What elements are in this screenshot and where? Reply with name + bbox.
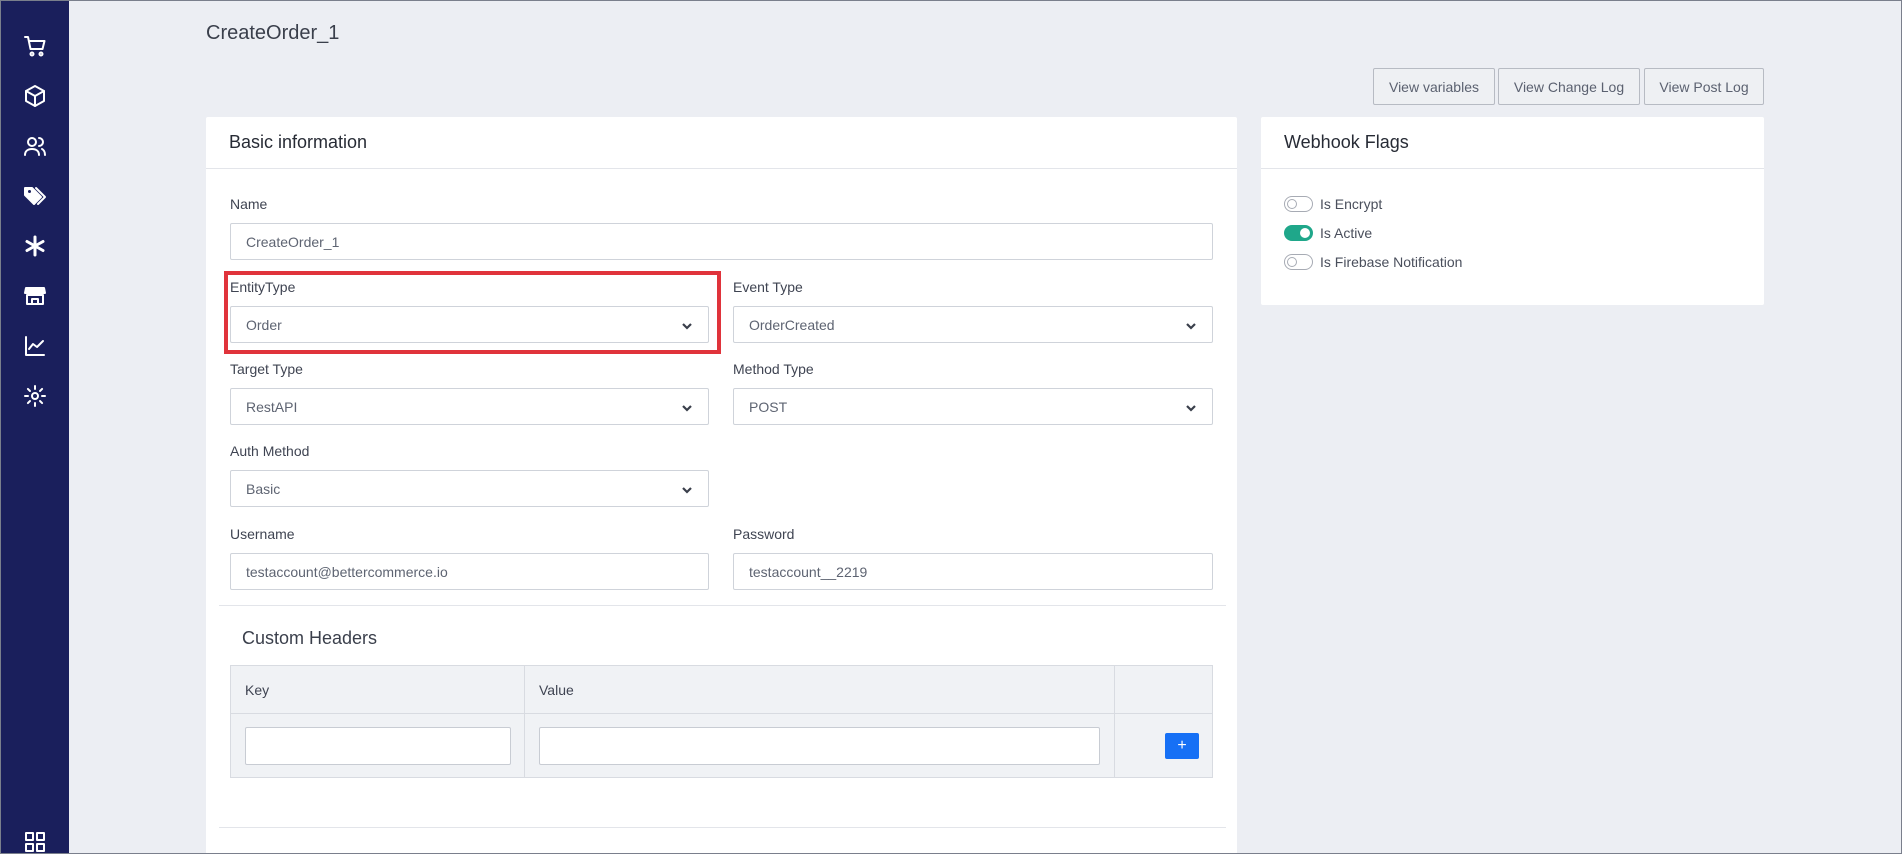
flag-is-encrypt[interactable]: Is Encrypt (1284, 196, 1382, 212)
chevron-down-icon (1185, 319, 1197, 331)
sidebar (0, 0, 69, 854)
target-type-label: Target Type (230, 361, 303, 377)
webhook-flags-title: Webhook Flags (1261, 117, 1764, 169)
apps-grid-icon[interactable] (21, 828, 49, 854)
store-icon[interactable] (21, 282, 49, 310)
method-type-label: Method Type (733, 361, 814, 377)
is-active-label: Is Active (1320, 225, 1373, 241)
flag-is-firebase-notification[interactable]: Is Firebase Notification (1284, 254, 1462, 270)
view-variables-button[interactable]: View variables (1373, 68, 1495, 105)
event-type-value: OrderCreated (749, 316, 835, 333)
is-firebase-notification-label: Is Firebase Notification (1320, 254, 1463, 270)
target-type-value: RestAPI (246, 398, 298, 415)
table-header-divider (230, 713, 1213, 714)
event-type-select[interactable]: OrderCreated (733, 306, 1213, 343)
is-active-toggle[interactable] (1284, 225, 1313, 241)
is-encrypt-label: Is Encrypt (1320, 196, 1383, 212)
header-key-input[interactable] (245, 727, 511, 765)
entity-type-highlight (224, 271, 721, 354)
flag-is-active[interactable]: Is Active (1284, 225, 1372, 241)
name-input[interactable]: CreateOrder_1 (230, 223, 1213, 260)
table-column-divider (1114, 665, 1115, 778)
is-firebase-notification-toggle[interactable] (1284, 254, 1313, 270)
asterisk-icon[interactable] (21, 232, 49, 260)
password-label: Password (733, 526, 795, 542)
section-divider (219, 827, 1226, 828)
method-type-value: POST (749, 398, 788, 415)
chevron-down-icon (681, 483, 693, 495)
username-label: Username (230, 526, 295, 542)
column-header-key: Key (245, 682, 270, 698)
target-type-select[interactable]: RestAPI (230, 388, 709, 425)
view-change-log-button[interactable]: View Change Log (1498, 68, 1640, 105)
view-post-log-button[interactable]: View Post Log (1644, 68, 1764, 105)
auth-method-value: Basic (246, 480, 281, 497)
event-type-label: Event Type (733, 279, 803, 295)
section-divider (219, 605, 1226, 606)
chevron-down-icon (681, 401, 693, 413)
auth-method-select[interactable]: Basic (230, 470, 709, 507)
gear-icon[interactable] (21, 382, 49, 410)
column-header-value: Value (539, 682, 574, 698)
custom-headers-title: Custom Headers (242, 628, 378, 648)
basic-information-title: Basic information (206, 117, 1237, 169)
users-icon[interactable] (21, 132, 49, 160)
name-label: Name (230, 196, 268, 212)
tags-icon[interactable] (21, 182, 49, 210)
header-value-input[interactable] (539, 727, 1100, 765)
method-type-select[interactable]: POST (733, 388, 1213, 425)
cart-icon[interactable] (21, 32, 49, 60)
password-input[interactable]: testaccount__2219 (733, 553, 1213, 590)
page-title: CreateOrder_1 (206, 22, 340, 44)
add-header-button[interactable]: + (1165, 733, 1199, 759)
chart-icon[interactable] (21, 332, 49, 360)
box-icon[interactable] (21, 82, 49, 110)
username-input[interactable]: testaccount@bettercommerce.io (230, 553, 709, 590)
auth-method-label: Auth Method (230, 443, 310, 459)
table-column-divider (524, 665, 525, 778)
chevron-down-icon (1185, 401, 1197, 413)
is-encrypt-toggle[interactable] (1284, 196, 1313, 212)
